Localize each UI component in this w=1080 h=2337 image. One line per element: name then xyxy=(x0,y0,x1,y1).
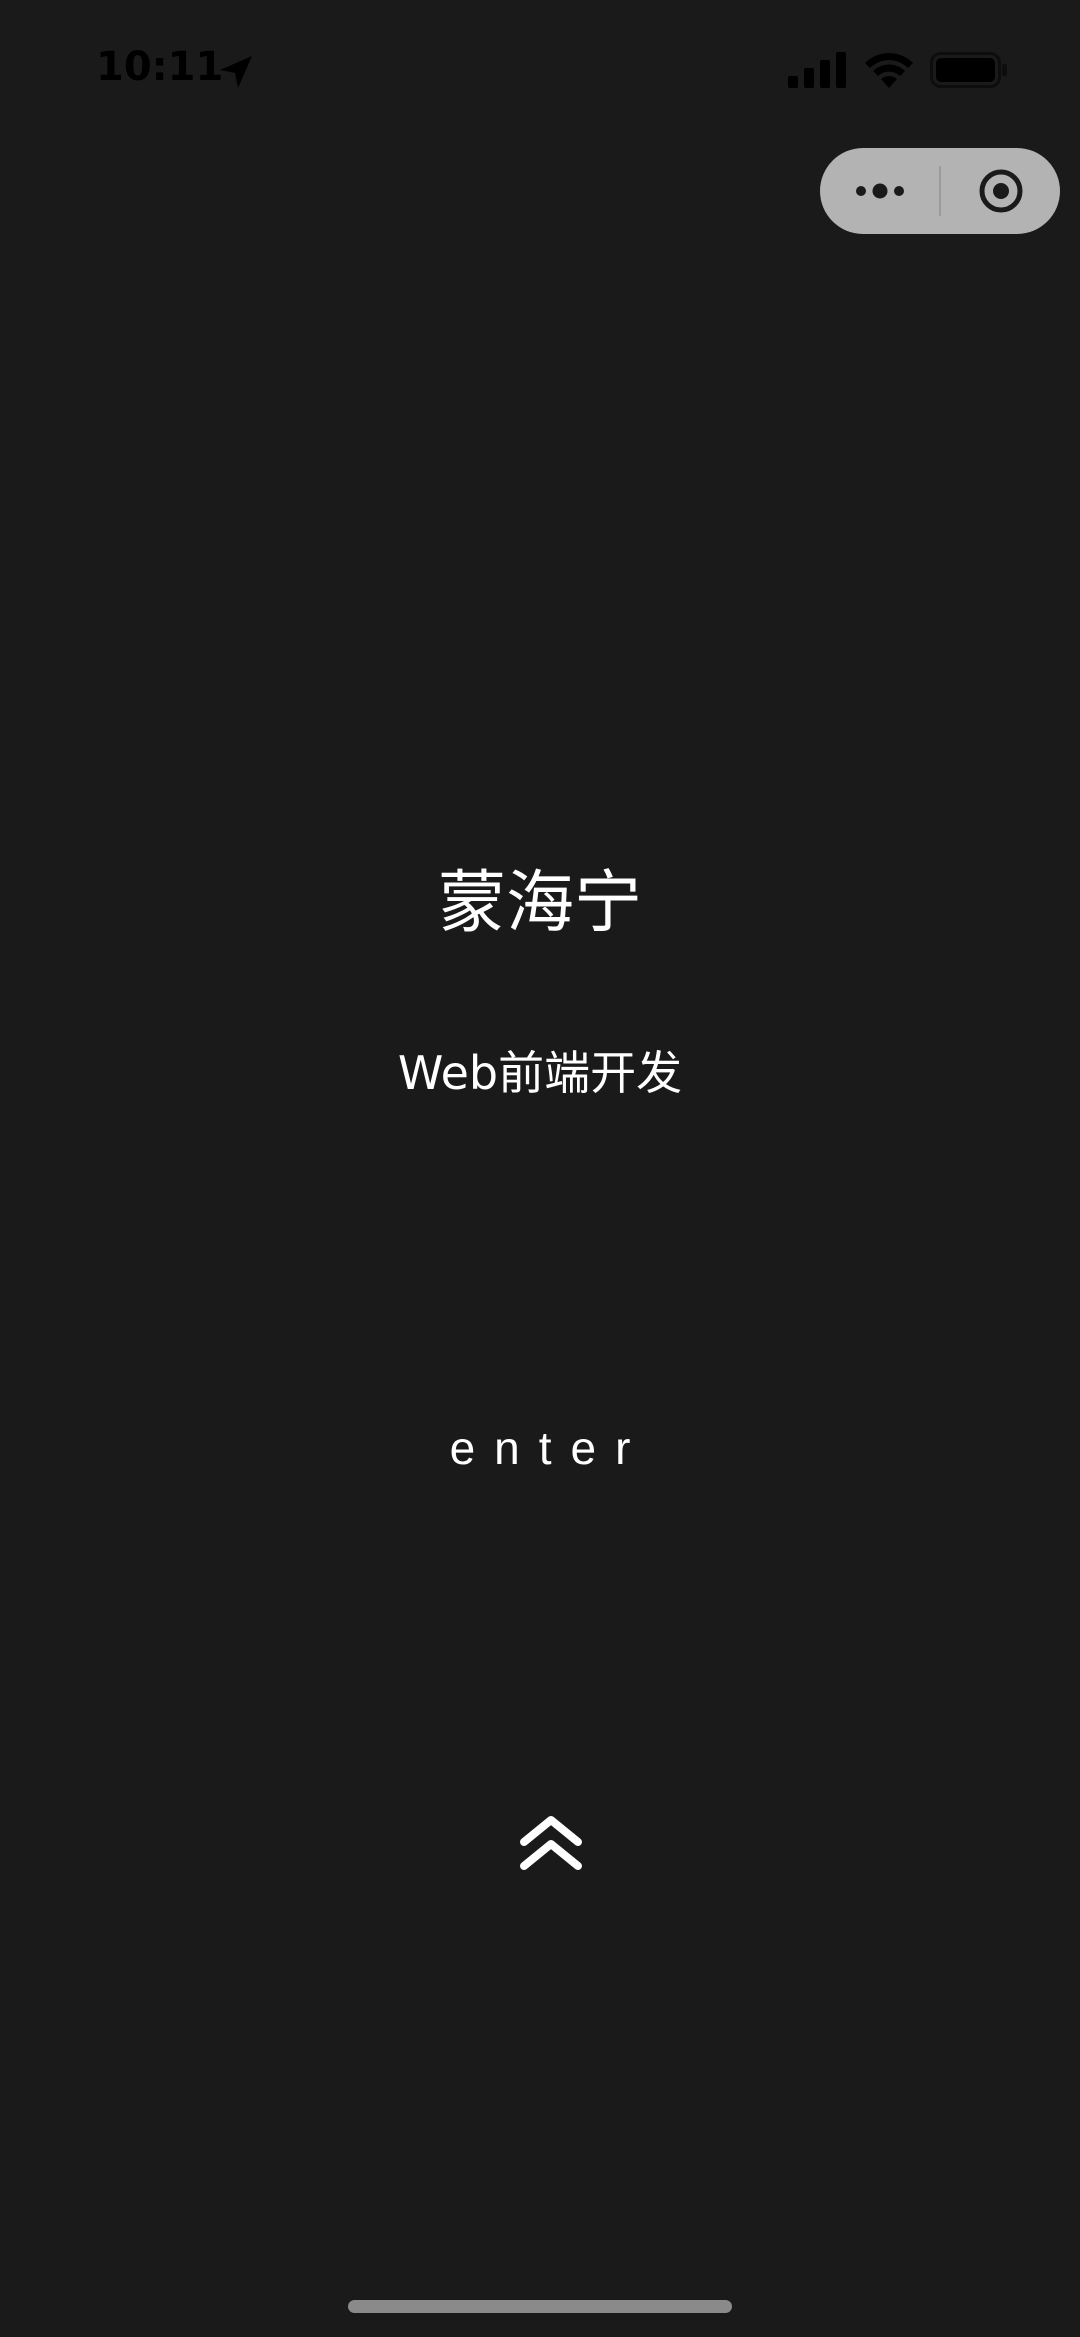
close-target-icon xyxy=(979,169,1022,213)
more-button[interactable] xyxy=(820,148,939,234)
cellular-signal-icon xyxy=(788,52,846,88)
location-arrow-icon xyxy=(220,56,252,88)
profile-name: 蒙海宁 xyxy=(437,864,642,943)
more-dots-icon xyxy=(855,183,904,199)
status-bar: 10:11 xyxy=(0,0,1080,140)
battery-icon xyxy=(930,52,1007,88)
home-indicator[interactable] xyxy=(348,2300,732,2313)
close-button[interactable] xyxy=(941,148,1060,234)
double-chevron-up-icon[interactable] xyxy=(518,1810,584,1876)
enter-button[interactable]: enter xyxy=(0,1418,1080,1478)
mini-program-capsule xyxy=(820,148,1060,234)
wifi-icon xyxy=(865,53,913,88)
status-time: 10:11 xyxy=(96,44,224,90)
profile-title: Web前端开发 xyxy=(397,1046,683,1100)
